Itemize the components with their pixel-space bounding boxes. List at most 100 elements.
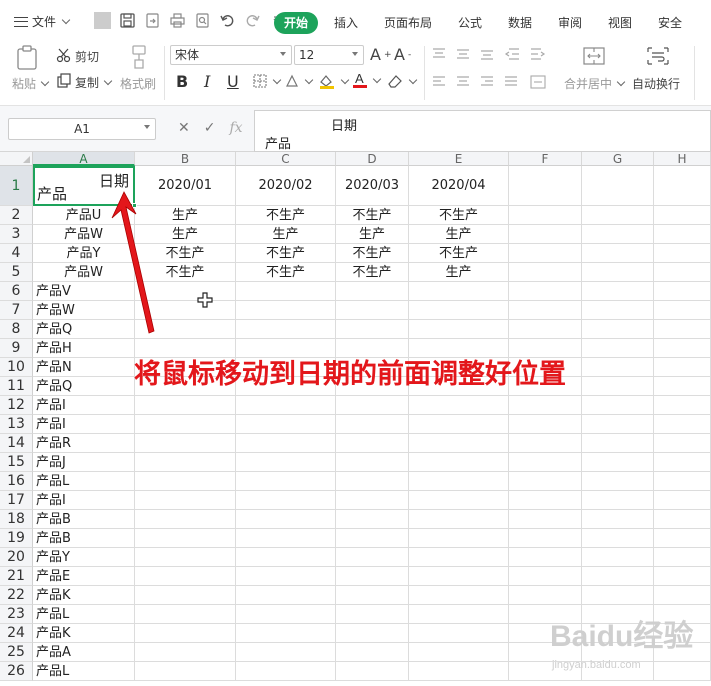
cell[interactable] <box>509 567 582 586</box>
cell[interactable] <box>654 206 711 225</box>
paste-button[interactable]: 粘贴 <box>12 75 50 92</box>
cell[interactable]: 产品Q <box>33 320 135 339</box>
cell[interactable] <box>236 605 336 624</box>
cell[interactable] <box>654 225 711 244</box>
cell[interactable] <box>336 605 409 624</box>
tab-formulas[interactable]: 公式 <box>458 12 482 34</box>
row-header-7[interactable]: 7 <box>0 301 33 320</box>
cell[interactable] <box>654 339 711 358</box>
print-preview-icon[interactable] <box>194 12 211 29</box>
fill-color-icon[interactable] <box>318 73 350 89</box>
cancel-icon[interactable]: ✕ <box>178 120 190 136</box>
cell[interactable]: 产品K <box>33 586 135 605</box>
confirm-icon[interactable]: ✓ <box>204 120 216 136</box>
cell[interactable] <box>654 434 711 453</box>
cell[interactable] <box>509 244 582 263</box>
name-box[interactable]: A1 <box>8 118 156 140</box>
cell[interactable] <box>135 662 236 681</box>
distributed-align-icon[interactable] <box>530 75 546 89</box>
decrease-indent-icon[interactable] <box>504 47 520 61</box>
cell[interactable]: 不生产 <box>236 206 336 225</box>
cell[interactable] <box>336 662 409 681</box>
cell[interactable] <box>336 624 409 643</box>
column-header-c[interactable]: C <box>236 152 336 166</box>
cell[interactable] <box>409 320 509 339</box>
italic-icon[interactable]: I <box>204 72 210 91</box>
tab-view[interactable]: 视图 <box>608 12 632 34</box>
cell[interactable] <box>135 282 236 301</box>
cell[interactable] <box>409 586 509 605</box>
cell[interactable] <box>135 567 236 586</box>
cell[interactable] <box>236 586 336 605</box>
cell[interactable] <box>135 434 236 453</box>
cell[interactable] <box>409 396 509 415</box>
cell[interactable] <box>509 301 582 320</box>
cell[interactable] <box>409 605 509 624</box>
cell[interactable] <box>582 301 654 320</box>
cell[interactable] <box>509 586 582 605</box>
cell[interactable] <box>582 586 654 605</box>
cell[interactable] <box>509 320 582 339</box>
underline-icon[interactable]: U <box>227 72 239 91</box>
tab-start[interactable]: 开始 <box>274 12 319 34</box>
brush-icon[interactable] <box>128 44 150 70</box>
column-header-d[interactable]: D <box>336 152 409 166</box>
cell[interactable] <box>135 605 236 624</box>
cell[interactable] <box>336 491 409 510</box>
cell[interactable] <box>236 396 336 415</box>
column-header-h[interactable]: H <box>654 152 711 166</box>
cell[interactable] <box>582 567 654 586</box>
cell[interactable]: 生产 <box>336 225 409 244</box>
cell[interactable]: 产品L <box>33 605 135 624</box>
cell[interactable] <box>582 529 654 548</box>
cell[interactable]: 产品L <box>33 662 135 681</box>
date-header-cell[interactable]: 2020/01 <box>135 166 236 206</box>
cell[interactable] <box>509 453 582 472</box>
cell[interactable] <box>654 548 711 567</box>
column-header-g[interactable]: G <box>582 152 654 166</box>
print-icon[interactable] <box>169 12 186 29</box>
cell[interactable] <box>336 282 409 301</box>
cell[interactable] <box>582 396 654 415</box>
cell[interactable] <box>336 301 409 320</box>
cell[interactable] <box>336 396 409 415</box>
cell-a1[interactable]: 日期 产品 <box>33 166 135 206</box>
save-icon[interactable] <box>119 12 136 29</box>
font-color-icon[interactable]: A <box>352 71 382 89</box>
cell[interactable] <box>135 301 236 320</box>
row-header-15[interactable]: 15 <box>0 453 33 472</box>
cell[interactable]: 不生产 <box>236 263 336 282</box>
row-header-23[interactable]: 23 <box>0 605 33 624</box>
cell[interactable]: 生产 <box>135 206 236 225</box>
cell[interactable] <box>582 377 654 396</box>
cell[interactable] <box>582 244 654 263</box>
row-header-21[interactable]: 21 <box>0 567 33 586</box>
column-header-e[interactable]: E <box>409 152 509 166</box>
eraser-icon[interactable] <box>386 73 418 89</box>
cell[interactable] <box>135 586 236 605</box>
justify-icon[interactable] <box>504 75 518 89</box>
row-header-16[interactable]: 16 <box>0 472 33 491</box>
border-icon[interactable] <box>252 73 282 89</box>
cell-style-icon[interactable] <box>284 73 314 89</box>
cell[interactable] <box>409 529 509 548</box>
cell[interactable] <box>336 434 409 453</box>
cell[interactable]: 产品B <box>33 510 135 529</box>
row-header-13[interactable]: 13 <box>0 415 33 434</box>
row-header-10[interactable]: 10 <box>0 358 33 377</box>
cell[interactable] <box>509 263 582 282</box>
align-right-icon[interactable] <box>480 75 494 89</box>
merge-center-button[interactable]: 合并居中 <box>564 75 626 92</box>
row-header-9[interactable]: 9 <box>0 339 33 358</box>
cell[interactable] <box>336 472 409 491</box>
font-size-select[interactable]: 12 <box>294 45 364 65</box>
cell[interactable] <box>135 529 236 548</box>
cell[interactable] <box>409 510 509 529</box>
align-top-icon[interactable] <box>432 47 446 61</box>
cell[interactable] <box>582 453 654 472</box>
tab-page-layout[interactable]: 页面布局 <box>384 12 432 34</box>
cell[interactable]: 生产 <box>409 225 509 244</box>
cell[interactable] <box>236 320 336 339</box>
undo-icon[interactable] <box>219 12 236 29</box>
cell[interactable]: 产品U <box>33 206 135 225</box>
